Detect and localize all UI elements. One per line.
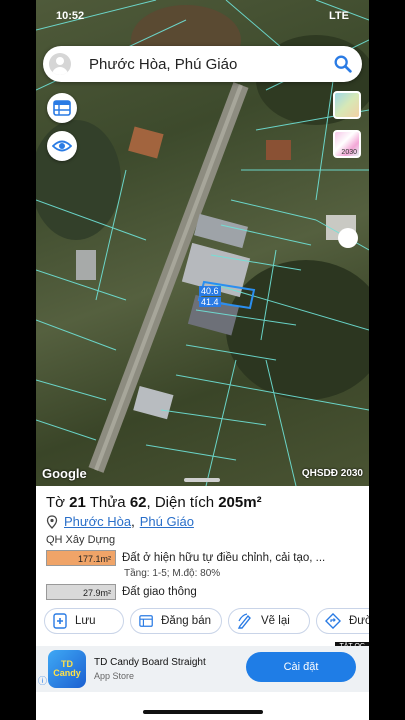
save-label: Lưu bbox=[75, 615, 96, 627]
zone-row[interactable]: 27.9m² Đất giao thông bbox=[46, 584, 197, 600]
lot-prefix: Thửa bbox=[89, 494, 126, 511]
listing-icon bbox=[139, 615, 153, 627]
plan-layer-button[interactable]: 2030 bbox=[333, 130, 361, 158]
directions-icon bbox=[325, 613, 341, 629]
sheet-handle[interactable] bbox=[184, 478, 220, 482]
zone-area-badge: 27.9m² bbox=[46, 584, 116, 600]
plot-dim-2: 41.4 bbox=[199, 297, 221, 307]
zone-area-badge: 177.1m² bbox=[46, 550, 116, 566]
map-attribution: Google bbox=[42, 466, 87, 481]
save-button[interactable]: Lưu bbox=[44, 608, 124, 634]
map-pin-icon bbox=[46, 514, 58, 529]
search-bar[interactable]: Phước Hòa, Phú Giáo bbox=[43, 46, 362, 82]
status-network: LTE bbox=[329, 10, 349, 22]
listing-view-button[interactable] bbox=[47, 93, 77, 123]
location-marker[interactable] bbox=[338, 228, 358, 248]
zone-desc: Đất giao thông bbox=[122, 586, 197, 598]
action-bar: Lưu Đăng bán Vẽ lại Đườ bbox=[44, 608, 369, 634]
map-view[interactable]: 10:52 LTE Phước Hòa, Phú Giáo 2030 40.6 … bbox=[36, 0, 369, 486]
directions-label: Đườ bbox=[349, 615, 369, 627]
layer-name: QHSDĐ 2030 bbox=[301, 468, 363, 479]
redraw-label: Vẽ lại bbox=[261, 615, 290, 627]
parcel-info-sheet: Tờ 21 Thửa 62, Diện tích 205m² Phước Hòa… bbox=[36, 486, 369, 720]
search-icon[interactable] bbox=[332, 53, 354, 75]
loc-separator: , bbox=[131, 514, 135, 529]
lot-number: 62 bbox=[129, 494, 147, 511]
visibility-button[interactable] bbox=[47, 131, 77, 161]
layer-year: 2030 bbox=[341, 149, 357, 156]
redraw-icon bbox=[237, 613, 251, 629]
ad-app-name: TD Candy Board Straight bbox=[94, 657, 206, 668]
plot-dim-1: 40.6 bbox=[199, 286, 221, 296]
zone-desc: Đất ở hiện hữu tự điều chỉnh, cải tạo, .… bbox=[122, 552, 326, 564]
parcel-title: Tờ 21 Thửa 62, Diện tích 205m² bbox=[46, 494, 262, 511]
sheet-prefix: Tờ bbox=[46, 494, 65, 511]
ad-store: App Store bbox=[94, 671, 135, 681]
plan-type: QH Xây Dựng bbox=[46, 534, 116, 546]
ad-text: TD Candy Board Straight App Store bbox=[94, 657, 206, 681]
status-time: 10:52 bbox=[56, 10, 85, 22]
ad-banner[interactable]: ⓘ TD Candy TD Candy Board Straight App S… bbox=[36, 646, 369, 692]
area-label: , Diện tích bbox=[146, 494, 215, 511]
map-layer-button[interactable] bbox=[333, 91, 361, 119]
district-link[interactable]: Phú Giáo bbox=[140, 514, 194, 529]
commune-link[interactable]: Phước Hòa bbox=[64, 514, 131, 529]
ad-info-icon[interactable]: ⓘ bbox=[38, 674, 47, 687]
ad-app-logo: TD Candy bbox=[48, 650, 86, 688]
add-doc-icon bbox=[53, 613, 67, 629]
plot-dimensions: 40.6 41.4 bbox=[199, 286, 221, 308]
directions-button[interactable]: Đườ bbox=[316, 608, 369, 634]
eye-icon bbox=[52, 140, 72, 152]
post-sale-label: Đăng bán bbox=[161, 615, 211, 627]
status-bar: 10:52 LTE bbox=[56, 10, 349, 26]
home-indicator bbox=[143, 710, 263, 714]
sheet-number: 21 bbox=[69, 494, 86, 511]
location-link: Phước Hòa, Phú Giáo bbox=[46, 514, 194, 529]
zone-detail: Tầng: 1-5; M.độ: 80% bbox=[124, 568, 221, 579]
search-input[interactable]: Phước Hòa, Phú Giáo bbox=[89, 56, 332, 73]
grid-list-icon bbox=[53, 100, 71, 116]
app-screen: 10:52 LTE Phước Hòa, Phú Giáo 2030 40.6 … bbox=[36, 0, 369, 720]
zone-row[interactable]: 177.1m² Đất ở hiện hữu tự điều chỉnh, cả… bbox=[46, 550, 325, 566]
avatar[interactable] bbox=[49, 53, 71, 75]
redraw-button[interactable]: Vẽ lại bbox=[228, 608, 310, 634]
post-sale-button[interactable]: Đăng bán bbox=[130, 608, 222, 634]
install-button[interactable]: Cài đặt bbox=[246, 652, 356, 682]
area-value: 205m² bbox=[218, 494, 262, 511]
